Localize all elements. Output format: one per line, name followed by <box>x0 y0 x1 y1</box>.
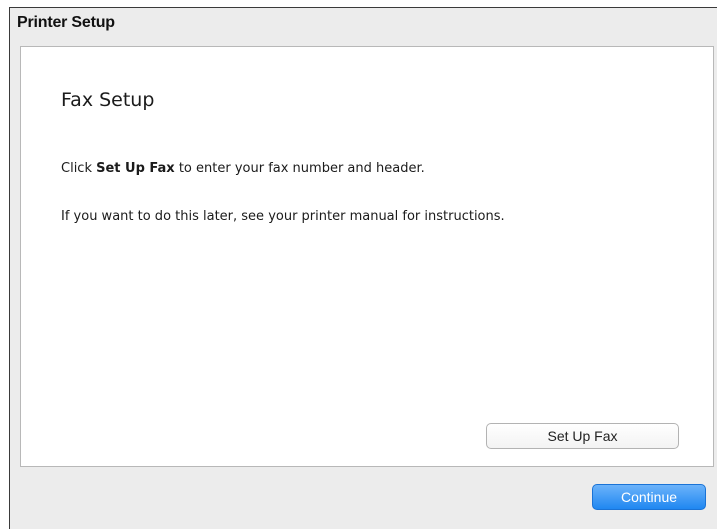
continue-button[interactable]: Continue <box>592 484 706 510</box>
instruction-line-1-suffix: to enter your fax number and header. <box>174 161 425 176</box>
continue-button-label: Continue <box>620 489 678 505</box>
fax-setup-panel: Fax Setup Click Set Up Fax to enter your… <box>20 46 714 467</box>
window-title: Printer Setup <box>17 14 115 31</box>
instruction-line-1-prefix: Click <box>61 161 97 176</box>
set-up-fax-button[interactable]: Set Up Fax <box>486 423 679 449</box>
instruction-line-2: If you want to do this later, see your p… <box>61 209 505 224</box>
set-up-fax-button-label: Set Up Fax <box>547 428 618 444</box>
instruction-line-1-bold: Set Up Fax <box>96 161 175 176</box>
printer-setup-window: Printer Setup Fax Setup Click Set Up Fax… <box>9 7 717 529</box>
panel-heading: Fax Setup <box>61 89 155 111</box>
instruction-line-1: Click Set Up Fax to enter your fax numbe… <box>61 161 425 176</box>
